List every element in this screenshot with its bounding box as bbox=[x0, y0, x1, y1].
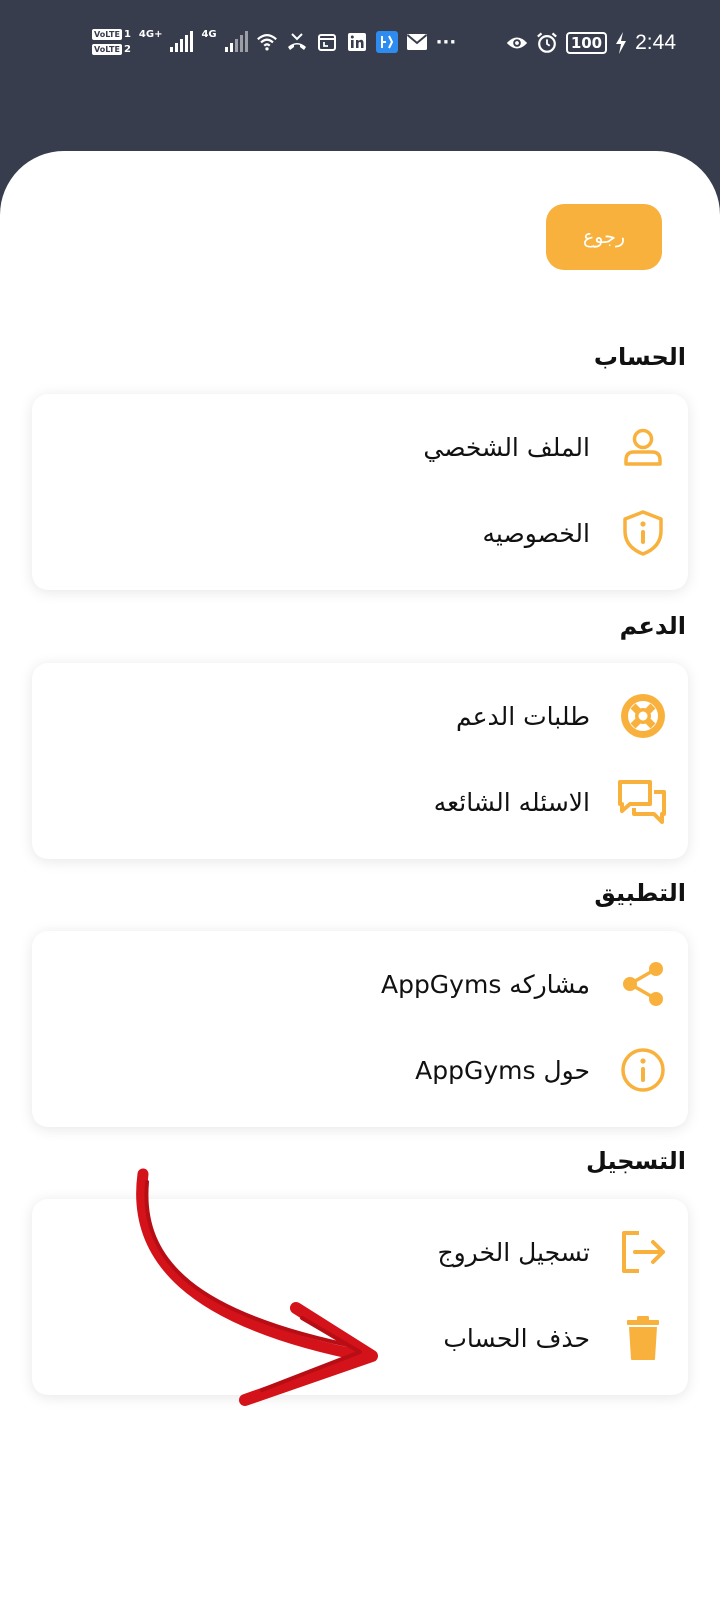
info-icon bbox=[618, 1045, 668, 1095]
more-notifications-icon: ··· bbox=[435, 31, 457, 53]
volte-indicator: VoLTE 1 VoLTE 2 bbox=[92, 28, 131, 56]
missed-call-icon bbox=[286, 31, 308, 53]
volte2-badge: VoLTE bbox=[92, 44, 122, 55]
calendar-icon bbox=[316, 31, 338, 53]
app-notification-icon bbox=[375, 31, 398, 53]
logout-label: تسجيل الخروج bbox=[437, 1237, 590, 1267]
profile-label: الملف الشخصي bbox=[423, 432, 590, 462]
delete-account-label: حذف الحساب bbox=[443, 1323, 590, 1353]
signal-icon-1 bbox=[170, 31, 194, 52]
logout-item[interactable]: تسجيل الخروج bbox=[32, 1209, 688, 1295]
status-clock: 2:44 bbox=[635, 31, 676, 54]
alarm-icon bbox=[536, 32, 558, 54]
section-title-support: الدعم bbox=[619, 612, 686, 640]
logout-icon bbox=[618, 1227, 668, 1277]
eye-icon bbox=[506, 32, 528, 54]
privacy-item[interactable]: الخصوصيه bbox=[32, 490, 688, 576]
user-icon bbox=[618, 422, 668, 472]
charging-icon bbox=[615, 32, 627, 54]
share-icon bbox=[618, 959, 668, 1009]
volte1-badge: VoLTE bbox=[92, 29, 122, 40]
status-bar: VoLTE 1 VoLTE 2 4G+ 4G ··· 100 2:44 bbox=[0, 0, 720, 90]
support-card: طلبات الدعم الاسئله الشائعه bbox=[32, 663, 688, 859]
back-button[interactable]: رجوع bbox=[546, 204, 662, 270]
profile-item[interactable]: الملف الشخصي bbox=[32, 404, 688, 490]
section-title-registration: التسجيل bbox=[586, 1147, 686, 1175]
wifi-icon bbox=[256, 31, 278, 53]
mail-icon bbox=[406, 31, 428, 53]
registration-card: تسجيل الخروج حذف الحساب bbox=[32, 1199, 688, 1395]
linkedin-icon bbox=[346, 31, 368, 53]
network-type-2: 4G bbox=[201, 28, 217, 40]
shield-info-icon bbox=[618, 508, 668, 558]
app-card: مشاركه AppGyms حول AppGyms bbox=[32, 931, 688, 1127]
battery-indicator: 100 bbox=[565, 32, 608, 54]
support-requests-item[interactable]: طلبات الدعم bbox=[32, 673, 688, 759]
section-title-account: الحساب bbox=[593, 343, 686, 371]
support-requests-label: طلبات الدعم bbox=[455, 701, 590, 731]
trash-icon bbox=[618, 1313, 668, 1363]
section-title-app: التطبيق bbox=[594, 879, 686, 907]
sim1-number: 1 bbox=[123, 29, 131, 40]
share-app-item[interactable]: مشاركه AppGyms bbox=[32, 941, 688, 1027]
signal-icon-2 bbox=[224, 31, 248, 52]
share-app-label: مشاركه AppGyms bbox=[380, 969, 590, 999]
faq-label: الاسئله الشائعه bbox=[433, 787, 590, 817]
network-type-1: 4G+ bbox=[138, 28, 163, 40]
privacy-label: الخصوصيه bbox=[482, 518, 590, 548]
about-app-item[interactable]: حول AppGyms bbox=[32, 1027, 688, 1113]
lifebuoy-icon bbox=[618, 691, 668, 741]
about-app-label: حول AppGyms bbox=[415, 1055, 590, 1085]
sim2-number: 2 bbox=[123, 44, 131, 55]
delete-account-item[interactable]: حذف الحساب bbox=[32, 1295, 688, 1381]
settings-sheet: رجوع الحساب الملف الشخصي الخصوصيه الدعم … bbox=[0, 151, 720, 1600]
chat-bubbles-icon bbox=[618, 777, 668, 827]
account-card: الملف الشخصي الخصوصيه bbox=[32, 394, 688, 590]
faq-item[interactable]: الاسئله الشائعه bbox=[32, 759, 688, 845]
